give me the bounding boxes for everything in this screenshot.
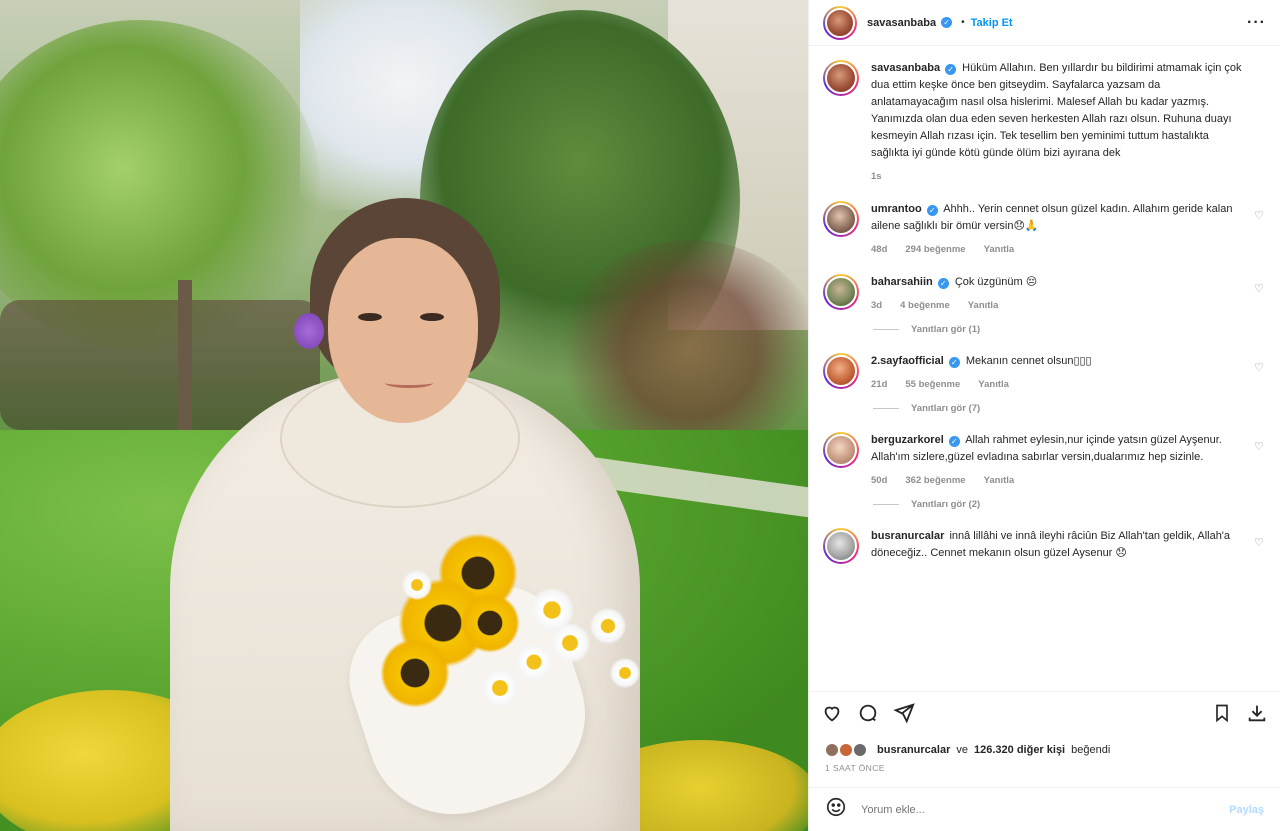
author-avatar[interactable] [823, 5, 857, 40]
comment-username[interactable]: busranurcalar [871, 530, 944, 542]
comment-avatar[interactable] [823, 353, 859, 389]
comment-avatar[interactable] [823, 432, 859, 468]
likes-connector: ve [956, 744, 968, 756]
likes-summary[interactable]: busranurcalar ve 126.320 diğer kişi beğe… [809, 739, 1280, 761]
verified-icon: ✓ [945, 64, 957, 75]
verified-icon: ✓ [948, 357, 960, 368]
caption: savasanbaba ✓ Hüküm Allahın. Ben yıllardı… [823, 60, 1266, 185]
comment-username[interactable]: baharsahiin [871, 276, 933, 288]
comment-likes[interactable]: 4 beğenme [900, 297, 950, 314]
comment-time[interactable]: 3d [871, 297, 882, 314]
comment-likes[interactable]: 362 beğenme [905, 472, 965, 489]
likes-suffix: beğendi [1071, 744, 1111, 756]
comment-username[interactable]: umrantoo [871, 203, 922, 215]
comment-input[interactable] [861, 803, 1216, 816]
comment-time[interactable]: 21d [871, 376, 887, 393]
reply-button[interactable]: Yanıtla [984, 472, 1015, 489]
comments-list[interactable]: savasanbaba ✓ Hüküm Allahın. Ben yıllardı… [809, 46, 1280, 691]
post-time[interactable]: 1 SAAT ÖNCE [809, 761, 1280, 787]
add-comment-bar: Paylaş [809, 787, 1280, 831]
comment-avatar[interactable] [823, 201, 859, 237]
liker-avatar [839, 743, 853, 757]
comment-likes[interactable]: 55 beğenme [905, 376, 960, 393]
comment-item: umrantoo ✓ Ahhh.. Yerin cennet olsun güze… [823, 201, 1266, 258]
separator-dot: • [961, 17, 965, 28]
more-options-icon[interactable]: ··· [1247, 14, 1266, 32]
comment-username[interactable]: berguzarkorel [871, 434, 944, 446]
share-icon[interactable] [893, 702, 915, 729]
comment-time[interactable]: 50d [871, 472, 887, 489]
comment-likes[interactable]: 294 beğenme [905, 241, 965, 258]
comment-icon[interactable] [857, 702, 879, 729]
comment-item: berguzarkorel ✓ Allah rahmet eylesin,nur … [823, 432, 1266, 489]
caption-time[interactable]: 1s [871, 168, 882, 185]
view-replies-button[interactable]: Yanıtları gör (2) [873, 499, 1266, 510]
comment-item: baharsahiin ✓ Çok üzgünüm 😔 3d 4 beğenme … [823, 274, 1266, 314]
reply-button[interactable]: Yanıtla [968, 297, 999, 314]
view-replies-button[interactable]: Yanıtları gör (1) [873, 324, 1266, 335]
download-icon[interactable] [1246, 702, 1268, 729]
post-header: savasanbaba ✓ • Takip Et ··· [809, 0, 1280, 46]
author-username[interactable]: savasanbaba [867, 17, 936, 29]
post-panel: savasanbaba ✓ • Takip Et ··· savasanbaba… [808, 0, 1280, 831]
liker-avatar [825, 743, 839, 757]
comment-item: busranurcalar innâ lillâhi ve innâ ileyh… [823, 528, 1266, 564]
save-icon[interactable] [1212, 703, 1232, 728]
follow-button[interactable]: Takip Et [971, 17, 1013, 29]
like-comment-icon[interactable]: ♡ [1254, 361, 1266, 374]
comment-item: 2.sayfaofficial ✓ Mekanın cennet olsun▯▯▯… [823, 353, 1266, 393]
comment-time[interactable]: 48d [871, 241, 887, 258]
verified-icon: ✓ [926, 205, 938, 216]
verified-icon: ✓ [948, 436, 960, 447]
caption-text: Hüküm Allahın. Ben yıllardır bu bildirim… [871, 62, 1242, 159]
action-bar [809, 691, 1280, 739]
instagram-post-view: savasanbaba ✓ • Takip Et ··· savasanbaba… [0, 0, 1280, 831]
liker-username[interactable]: busranurcalar [877, 744, 950, 756]
like-comment-icon[interactable]: ♡ [1254, 282, 1266, 295]
liker-avatar [853, 743, 867, 757]
emoji-icon[interactable] [825, 796, 847, 823]
like-comment-icon[interactable]: ♡ [1254, 440, 1266, 453]
woman-with-bouquet [170, 198, 650, 831]
post-comment-button[interactable]: Paylaş [1229, 804, 1264, 816]
like-comment-icon[interactable]: ♡ [1254, 209, 1266, 222]
like-comment-icon[interactable]: ♡ [1254, 536, 1266, 549]
caption-avatar[interactable] [823, 60, 859, 96]
verified-icon: ✓ [941, 17, 953, 28]
view-replies-button[interactable]: Yanıtları gör (7) [873, 403, 1266, 414]
reply-button[interactable]: Yanıtla [978, 376, 1009, 393]
post-photo[interactable] [0, 0, 808, 831]
comment-avatar[interactable] [823, 274, 859, 310]
hair-flower [294, 313, 324, 349]
comment-avatar[interactable] [823, 528, 859, 564]
verified-icon: ✓ [937, 278, 949, 289]
comment-username[interactable]: 2.sayfaofficial [871, 355, 944, 367]
likes-count[interactable]: 126.320 diğer kişi [974, 744, 1065, 756]
comment-text: Ahhh.. Yerin cennet olsun güzel kadın. A… [871, 203, 1233, 232]
comment-text: Mekanın cennet olsun▯▯▯ [965, 355, 1092, 367]
caption-username[interactable]: savasanbaba [871, 62, 940, 74]
like-icon[interactable] [821, 702, 843, 729]
comment-text: Çok üzgünüm 😔 [954, 276, 1038, 288]
reply-button[interactable]: Yanıtla [984, 241, 1015, 258]
